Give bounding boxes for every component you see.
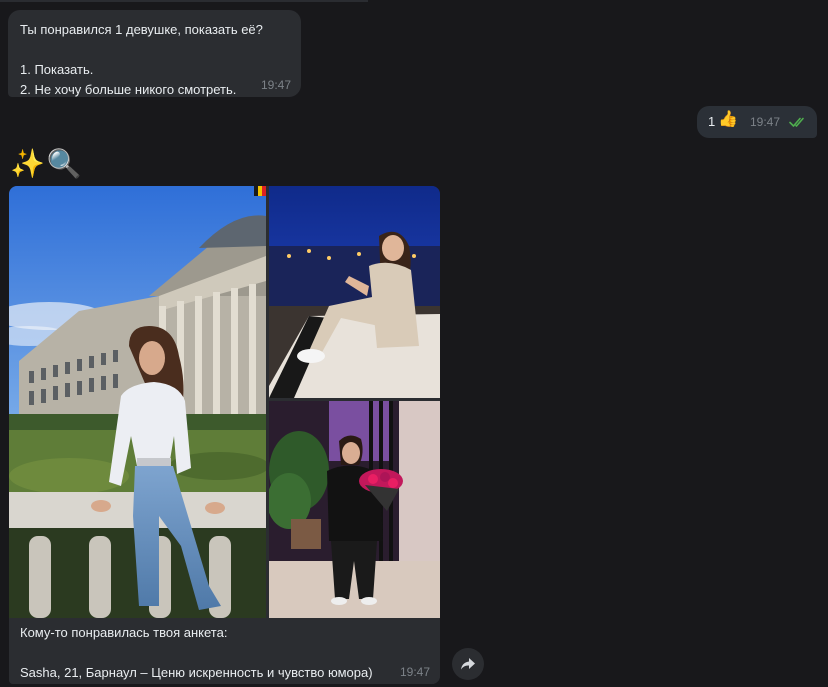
message-time: 19:47 <box>399 665 430 679</box>
media-album-message[interactable]: Кому-то понравилась твоя анкета: Sasha, … <box>9 186 440 684</box>
media-caption: Кому-то понравилась твоя анкета: Sasha, … <box>9 618 440 684</box>
message-time: 19:47 <box>260 78 291 92</box>
photo-night-balcony[interactable] <box>269 186 440 398</box>
message-time: 19:47 <box>750 115 781 129</box>
message-text: Ты понравился 1 девушке, показать её? 1.… <box>20 22 263 97</box>
photo-flowers-image <box>269 401 440 618</box>
photo-night-balcony-image <box>269 186 440 398</box>
divider <box>0 0 368 2</box>
forward-icon <box>461 658 475 670</box>
double-check-icon <box>789 117 804 127</box>
incoming-message[interactable]: Ты понравился 1 девушке, показать её? 1.… <box>8 10 301 97</box>
photo-palace-image <box>9 186 266 618</box>
sparkles-emoji: ✨ <box>10 148 47 179</box>
caption-text: Кому-то понравилась твоя анкета: Sasha, … <box>20 625 373 680</box>
thumbs-up-emoji: 👍 <box>718 111 738 128</box>
photo-palace[interactable] <box>9 186 266 618</box>
photo-flowers[interactable] <box>269 401 440 618</box>
magnifier-emoji: 🔍 <box>46 148 84 179</box>
emoji-message[interactable]: ✨🔍 <box>10 146 84 182</box>
forward-button[interactable] <box>452 648 484 680</box>
outgoing-message[interactable]: 1 👍 19:47 <box>697 106 817 138</box>
message-text: 1 <box>708 114 716 129</box>
